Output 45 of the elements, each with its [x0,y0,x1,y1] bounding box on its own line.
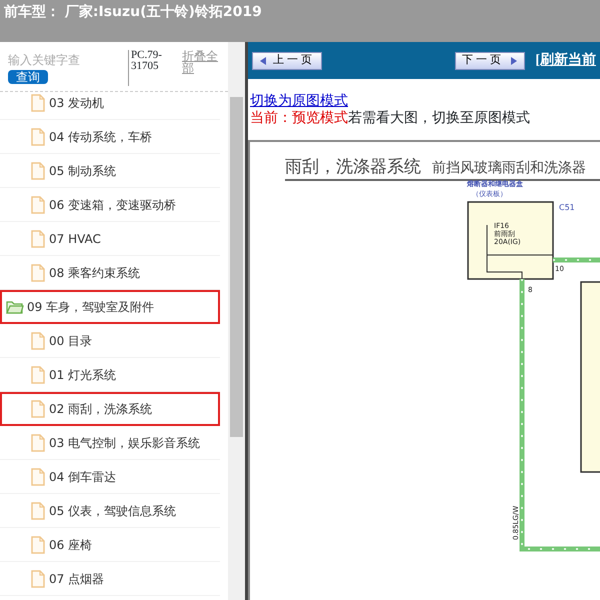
tree-item[interactable]: 01 灯光系统 [0,358,220,392]
tree-item[interactable]: 06 座椅 [0,528,220,562]
diagram-title: 雨刮，洗涤器系统 [285,157,421,177]
tree-item[interactable]: 07 HVAC [0,222,220,256]
document-icon [30,264,46,282]
folder-icon [6,300,24,314]
document-icon [30,536,46,554]
connector-label: C51 [559,203,575,212]
document-icon [30,570,46,588]
right-arrow-icon [510,56,518,66]
mode-hint: 当前：预览模式若需看大图，切换至原图模式 [250,110,531,128]
tree-item[interactable]: 05 制动系统 [0,154,220,188]
document-icon [30,468,46,486]
tree-item[interactable]: 05 仪表，驾驶信息系统 [0,494,220,528]
search-button[interactable]: 查询 [8,70,48,84]
model-code: PC.79-31705 [128,50,178,86]
document-icon [30,434,46,452]
switch-mode-link[interactable]: 切换为原图模式 [250,94,348,110]
tree-item[interactable]: 07 点烟器 [0,562,220,596]
tree-item[interactable]: 02 雨刮，洗涤系统 [0,392,220,426]
diagram-subtitle: 前挡风玻璃雨刮和洗涤器 [432,160,586,176]
scrollbar-thumb[interactable] [230,97,243,437]
document-icon [30,128,46,146]
left-arrow-icon [259,56,267,66]
previous-page-button[interactable]: 上一页 [252,52,322,70]
tree-item[interactable]: 03 电气控制，娱乐影音系统 [0,426,220,460]
scrollbar[interactable] [228,42,245,600]
tree-item[interactable]: 06 变速箱，变速驱动桥 [0,188,220,222]
tree-item[interactable]: 08 乘客约束系统 [0,256,220,290]
tree-item[interactable]: 04 倒车雷达 [0,460,220,494]
refresh-link[interactable]: [刷新当前 [535,50,596,72]
document-icon [30,94,46,112]
tree-item[interactable]: 04 传动系统，车桥 [0,120,220,154]
page-title: 前车型： 厂家:Isuzu(五十铃)铃拓2019 [0,0,600,42]
document-icon [30,332,46,350]
tree-item[interactable]: 09 车身，驾驶室及附件 [0,290,220,324]
document-icon [30,230,46,248]
document-icon [30,400,46,418]
document-icon [30,502,46,520]
document-icon [30,196,46,214]
document-icon [30,162,46,180]
tree-item[interactable]: 00 目录 [0,324,220,358]
tree-item[interactable]: 03 发动机 [0,86,220,120]
next-page-button[interactable]: 下一页 [454,52,525,70]
document-icon [30,366,46,384]
